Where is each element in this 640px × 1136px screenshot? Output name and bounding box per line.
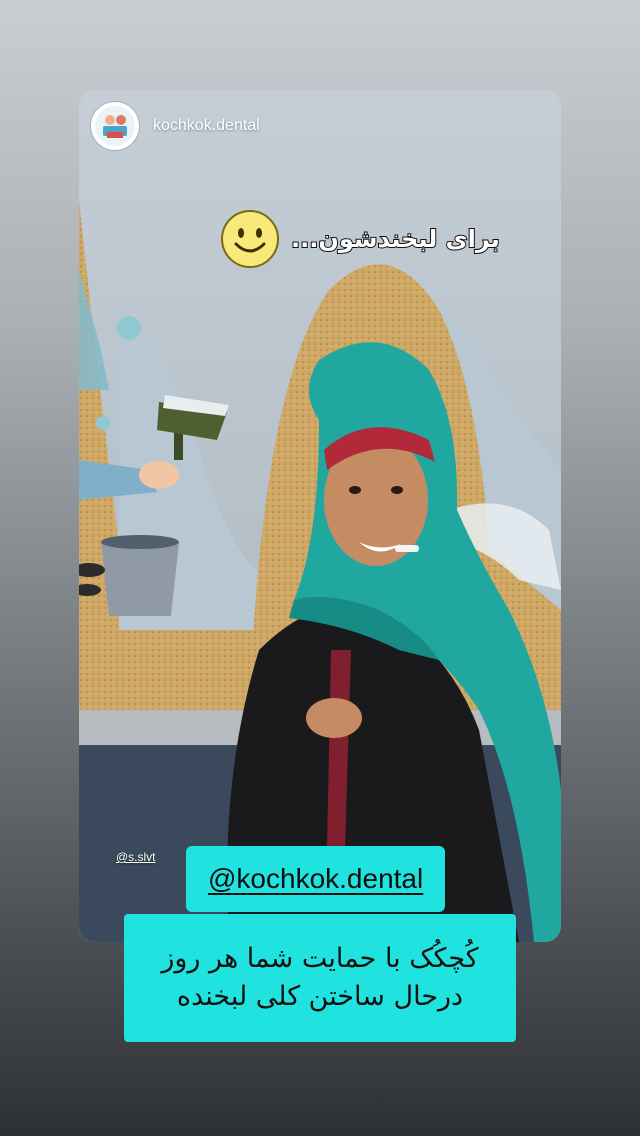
story-card[interactable]: kochkok.dental برای لبخندشون...: [79, 90, 561, 942]
username-label[interactable]: kochkok.dental: [153, 117, 260, 135]
caption-sticker: کُچکُک با حمایت شما هر روز درحال ساختن ک…: [124, 914, 516, 1042]
smiley-face-icon: [221, 210, 279, 268]
caption-line-2: درحال ساختن کلی لبخنده: [176, 981, 464, 1012]
photographer-credit-tag[interactable]: @s.slvt: [116, 850, 156, 864]
mention-text[interactable]: @kochkok.dental: [208, 863, 423, 895]
caption-line-1: کُچکُک با حمایت شما هر روز: [161, 943, 479, 975]
mention-sticker[interactable]: @kochkok.dental: [186, 846, 446, 912]
story-header[interactable]: kochkok.dental: [91, 102, 260, 150]
title-sticker: برای لبخندشون...: [219, 208, 501, 270]
profile-avatar[interactable]: [91, 102, 139, 150]
title-text: برای لبخندشون...: [290, 224, 501, 254]
clinic-logo-icon: [95, 106, 135, 146]
